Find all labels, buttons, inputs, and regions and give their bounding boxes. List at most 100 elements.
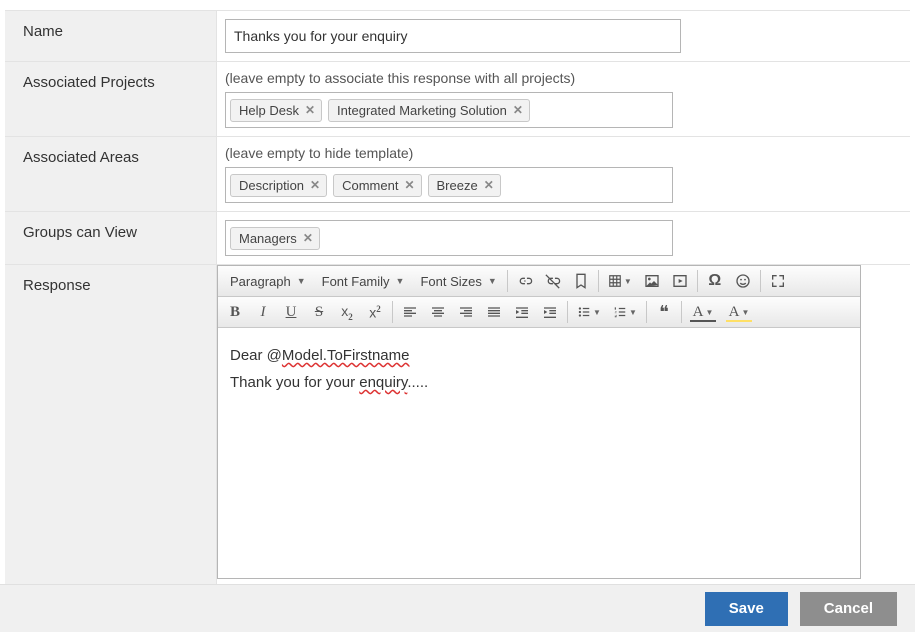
chevron-down-icon: ▼ xyxy=(488,276,497,286)
unlink-button[interactable] xyxy=(540,268,566,294)
tag-remove-icon[interactable]: ✕ xyxy=(303,231,313,245)
text: Dear @ xyxy=(230,347,282,364)
text-color-button[interactable]: A▼ xyxy=(686,299,720,325)
text-spellerror: enquiry xyxy=(359,374,407,391)
superscript-button[interactable]: x2 xyxy=(362,299,388,325)
italic-button[interactable]: I xyxy=(250,299,276,325)
special-char-button[interactable]: Ω xyxy=(702,268,728,294)
numbered-list-button[interactable]: ▼ xyxy=(608,299,642,325)
chevron-down-icon: ▼ xyxy=(624,277,632,286)
align-center-button[interactable] xyxy=(425,299,451,325)
bullet-list-button[interactable]: ▼ xyxy=(572,299,606,325)
chevron-down-icon: ▼ xyxy=(297,276,306,286)
link-button[interactable] xyxy=(512,268,538,294)
tag-area: Description ✕ xyxy=(230,174,327,197)
text-spellerror: Model.ToFirstname xyxy=(282,347,410,364)
align-right-icon xyxy=(458,304,474,320)
label-groups: Groups can View xyxy=(5,212,217,264)
image-button[interactable] xyxy=(639,268,665,294)
tag-label: Comment xyxy=(342,178,398,193)
field-groups: Managers ✕ xyxy=(217,212,910,264)
blockquote-button[interactable]: ❝ xyxy=(651,299,677,325)
row-name: Name xyxy=(5,10,910,62)
tag-remove-icon[interactable]: ✕ xyxy=(484,178,494,192)
table-icon xyxy=(608,273,622,289)
tag-remove-icon[interactable]: ✕ xyxy=(513,103,523,117)
editor-toolbar-row-2: B I U S x2 x2 ▼ ▼ ❝ xyxy=(218,297,860,328)
align-left-icon xyxy=(402,304,418,320)
toolbar-separator xyxy=(697,270,698,292)
tag-label: Integrated Marketing Solution xyxy=(337,103,507,118)
fullscreen-icon xyxy=(770,273,786,289)
text: ..... xyxy=(407,374,428,391)
color-swatch xyxy=(726,320,752,322)
name-input[interactable] xyxy=(225,19,681,53)
indent-icon xyxy=(542,304,558,320)
align-justify-button[interactable] xyxy=(481,299,507,325)
tag-label: Breeze xyxy=(437,178,478,193)
fullscreen-button[interactable] xyxy=(765,268,791,294)
color-swatch xyxy=(690,320,716,322)
subscript-button[interactable]: x2 xyxy=(334,299,360,325)
projects-tag-input[interactable]: Help Desk ✕ Integrated Marketing Solutio… xyxy=(225,92,673,128)
tag-label: Description xyxy=(239,178,304,193)
underline-icon: U xyxy=(286,304,297,321)
form-container: Name Associated Projects (leave empty to… xyxy=(5,10,910,585)
omega-icon: Ω xyxy=(708,272,721,290)
font-family-select[interactable]: Font Family ▼ xyxy=(314,268,411,294)
label-name: Name xyxy=(5,11,217,61)
outdent-button[interactable] xyxy=(509,299,535,325)
indent-button[interactable] xyxy=(537,299,563,325)
link-icon xyxy=(517,273,533,289)
select-label: Font Sizes xyxy=(420,274,481,289)
tag-label: Help Desk xyxy=(239,103,299,118)
table-button[interactable]: ▼ xyxy=(603,268,637,294)
block-format-select[interactable]: Paragraph▼ xyxy=(222,268,312,294)
tag-remove-icon[interactable]: ✕ xyxy=(305,103,315,117)
align-left-button[interactable] xyxy=(397,299,423,325)
row-response: Response Paragraph▼ Font Family▼ Font Si… xyxy=(5,265,910,585)
align-right-button[interactable] xyxy=(453,299,479,325)
strikethrough-button[interactable]: S xyxy=(306,299,332,325)
tag-remove-icon[interactable]: ✕ xyxy=(404,178,414,192)
numbered-list-icon xyxy=(613,304,627,320)
editor-toolbar-row-1: Paragraph▼ Font Family ▼ Font Sizes ▼ ▼ xyxy=(218,266,860,297)
tag-area: Comment ✕ xyxy=(333,174,421,197)
chevron-down-icon: ▼ xyxy=(629,308,637,317)
save-button[interactable]: Save xyxy=(705,592,788,626)
row-groups: Groups can View Managers ✕ xyxy=(5,212,910,265)
field-projects: (leave empty to associate this response … xyxy=(217,62,910,136)
select-label: Font Family xyxy=(322,274,390,289)
help-areas: (leave empty to hide template) xyxy=(225,145,902,161)
areas-tag-input[interactable]: Description ✕ Comment ✕ Breeze ✕ xyxy=(225,167,673,203)
text-color-icon: A xyxy=(693,304,704,321)
rich-text-editor: Paragraph▼ Font Family ▼ Font Sizes ▼ ▼ xyxy=(217,265,861,579)
emoji-button[interactable] xyxy=(730,268,756,294)
bookmark-button[interactable] xyxy=(568,268,594,294)
editor-line: Dear @Model.ToFirstname xyxy=(230,342,848,369)
toolbar-separator xyxy=(646,301,647,323)
chevron-down-icon: ▼ xyxy=(741,308,749,317)
label-areas: Associated Areas xyxy=(5,137,217,211)
media-button[interactable] xyxy=(667,268,693,294)
editor-body[interactable]: Dear @Model.ToFirstname Thank you for yo… xyxy=(218,328,860,578)
row-projects: Associated Projects (leave empty to asso… xyxy=(5,62,910,137)
chevron-down-icon: ▼ xyxy=(396,276,405,286)
toolbar-separator xyxy=(760,270,761,292)
field-name xyxy=(217,11,910,61)
subscript-icon: x2 xyxy=(341,303,353,322)
unlink-icon xyxy=(545,273,561,289)
groups-tag-input[interactable]: Managers ✕ xyxy=(225,220,673,256)
tag-project: Help Desk ✕ xyxy=(230,99,322,122)
tag-area: Breeze ✕ xyxy=(428,174,501,197)
bg-color-icon: A xyxy=(729,304,740,321)
bg-color-button[interactable]: A▼ xyxy=(722,299,756,325)
toolbar-separator xyxy=(567,301,568,323)
underline-button[interactable]: U xyxy=(278,299,304,325)
row-areas: Associated Areas (leave empty to hide te… xyxy=(5,137,910,212)
tag-remove-icon[interactable]: ✕ xyxy=(310,178,320,192)
chevron-down-icon: ▼ xyxy=(705,308,713,317)
font-size-select[interactable]: Font Sizes ▼ xyxy=(412,268,502,294)
cancel-button[interactable]: Cancel xyxy=(800,592,897,626)
bold-button[interactable]: B xyxy=(222,299,248,325)
